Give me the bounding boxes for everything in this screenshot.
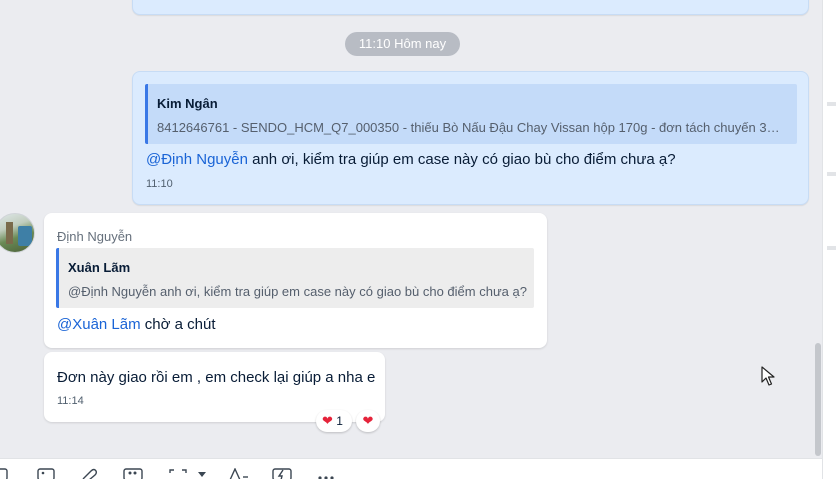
more-icon[interactable] xyxy=(316,468,336,479)
image-icon[interactable] xyxy=(37,468,55,479)
react-button[interactable]: ❤ xyxy=(356,410,380,432)
message-text: @Xuân Lãm chờ a chút xyxy=(57,316,216,333)
text-format-icon[interactable] xyxy=(228,468,250,479)
quoted-sender-name: Kim Ngân xyxy=(157,96,218,111)
sticker-icon[interactable] xyxy=(0,468,8,479)
message-text: Đơn này giao rồi em , em check lại giúp … xyxy=(57,369,376,386)
reaction-count: 1 xyxy=(336,414,343,428)
quoted-message-text: 8412646761 - SENDO_HCM_Q7_000350 - thiếu… xyxy=(157,120,785,135)
scrollbar-thumb[interactable] xyxy=(815,343,821,456)
contact-card-icon[interactable] xyxy=(123,468,143,479)
heart-icon: ❤ xyxy=(362,413,374,428)
quoted-sender-name: Xuân Lãm xyxy=(68,260,131,275)
previous-message-bubble[interactable] xyxy=(132,0,809,15)
mouse-cursor-icon xyxy=(761,366,775,386)
composer-toolbar xyxy=(0,458,822,479)
dropdown-icon[interactable] xyxy=(197,468,207,479)
sender-name[interactable]: Định Nguyễn xyxy=(57,229,132,244)
attachment-icon[interactable] xyxy=(80,468,98,479)
avatar[interactable] xyxy=(0,213,35,253)
right-panel-edge xyxy=(822,0,836,479)
incoming-reply-bubble[interactable]: Định Nguyễn Xuân Lãm @Định Nguyễn anh ơi… xyxy=(44,213,547,348)
flash-icon[interactable] xyxy=(272,468,292,479)
quoted-message[interactable]: Xuân Lãm @Định Nguyễn anh ơi, kiểm tra g… xyxy=(56,248,534,308)
chat-area: 11:10 Hôm nay Kim Ngân 8412646761 - SEND… xyxy=(0,0,822,458)
reaction-count-chip[interactable]: ❤ 1 xyxy=(316,410,352,432)
quoted-message[interactable]: Kim Ngân 8412646761 - SENDO_HCM_Q7_00035… xyxy=(145,84,797,144)
message-body: anh ơi, kiểm tra giúp em case này có gia… xyxy=(247,151,676,168)
quoted-message-text: @Định Nguyễn anh ơi, kiểm tra giúp em ca… xyxy=(68,284,527,299)
message-time: 11:14 xyxy=(57,395,84,407)
message-time: 11:10 xyxy=(146,178,173,190)
message-body: chờ a chút xyxy=(140,316,216,333)
screenshot-icon[interactable] xyxy=(168,468,188,479)
message-text: @Định Nguyễn anh ơi, kiểm tra giúp em ca… xyxy=(146,151,676,168)
heart-icon: ❤ xyxy=(322,413,333,428)
mention-link[interactable]: @Xuân Lãm xyxy=(57,316,141,333)
time-divider: 11:10 Hôm nay xyxy=(345,32,460,56)
mention-link[interactable]: @Định Nguyễn xyxy=(146,151,248,168)
outgoing-message-bubble[interactable]: Kim Ngân 8412646761 - SENDO_HCM_Q7_00035… xyxy=(132,71,809,205)
